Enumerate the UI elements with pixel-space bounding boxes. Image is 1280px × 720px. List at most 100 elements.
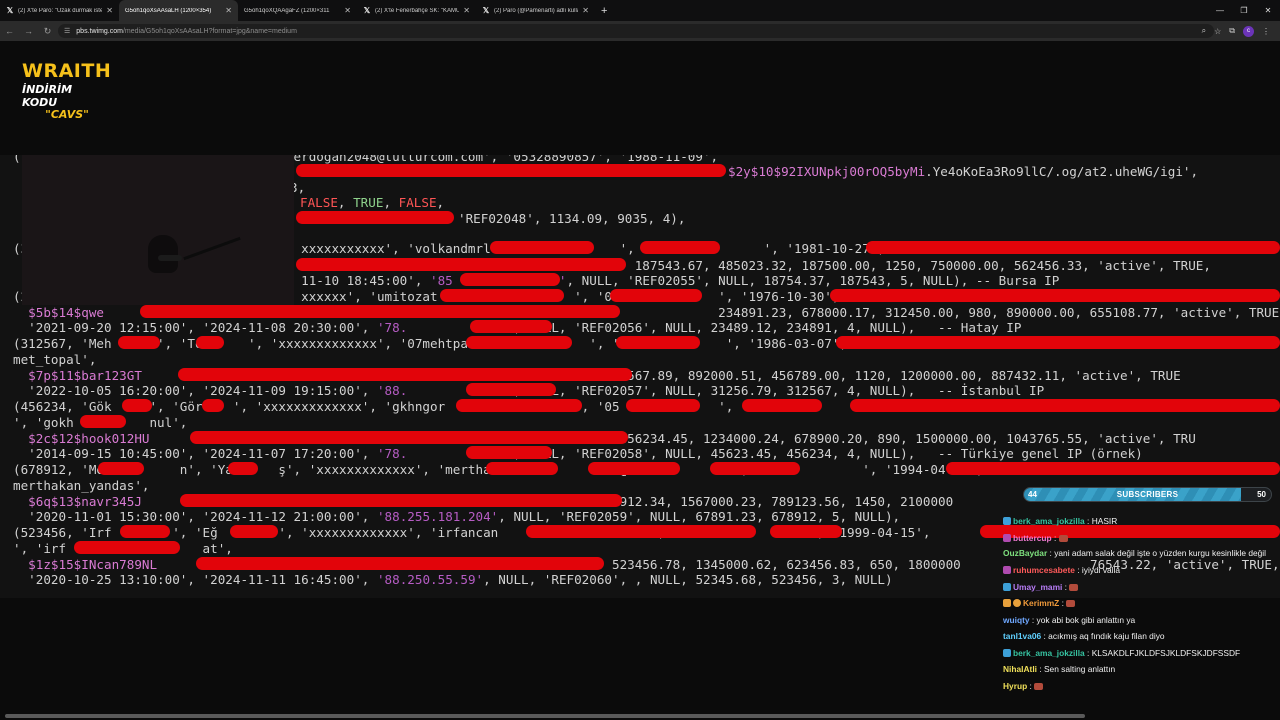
chat-text: KLSAKDLFJKLDFSJKLDFSKJDFSSDF — [1091, 647, 1241, 658]
restore-icon[interactable]: ❐ — [1232, 0, 1256, 21]
chat-badge-icon — [1003, 648, 1011, 657]
profile-avatar[interactable]: c — [1243, 25, 1254, 37]
site-info-icon[interactable]: ☰ — [64, 27, 70, 35]
redaction-mark — [180, 494, 622, 507]
code-line: met_topal', — [13, 352, 97, 367]
redaction-mark — [770, 525, 842, 538]
chat-username[interactable]: berk_ama_jokzilla — [1013, 648, 1085, 658]
extensions-icon[interactable]: ⧉ — [1229, 26, 1235, 36]
code-seg: '2014-09-15 10:45:00', '2024-11-07 17:20… — [13, 446, 377, 461]
address-bar[interactable]: ☰ pbs.twimg.com/media/G5oh1qoXsAAsaLH?fo… — [58, 24, 1214, 38]
code-line: '2020-11-01 15:30:00', '2024-11-12 21:00… — [13, 509, 900, 524]
hash-text: $1z$15$INcan789NL — [13, 557, 158, 572]
close-tab-icon[interactable]: ✕ — [344, 6, 351, 15]
redaction-mark — [830, 289, 1280, 302]
chat-username[interactable]: Hyrup — [1003, 681, 1027, 691]
chat-message: ruhumcesabete : iyiydi valla — [1003, 562, 1275, 579]
chat-username[interactable]: tanl1va06 — [1003, 631, 1041, 641]
redaction-mark — [616, 336, 700, 349]
tab-strip: 𝕏 (2) X'te Paro: "Uzak durmak iste ✕ G5o… — [0, 0, 1280, 21]
redaction-mark — [440, 289, 564, 302]
zoom-icon[interactable]: ⌕ — [1202, 26, 1206, 36]
browser-tab[interactable]: 𝕏 (2) X'te Fenerbahçe SK: "KAMU ✕ — [357, 0, 476, 21]
toolbar: ← → ↻ ☰ pbs.twimg.com/media/G5oh1qoXsAAs… — [0, 21, 1280, 41]
browser-tab[interactable]: 𝕏 (2) X'te Paro: "Uzak durmak iste ✕ — [0, 0, 119, 21]
bookmark-star-icon[interactable]: ☆ — [1214, 27, 1221, 36]
redaction-mark — [228, 462, 258, 475]
code-line: $2y$10$92IXUNpkj00rOQ5byMi.Ye4oKoEa3Ro9l… — [728, 164, 1198, 179]
streamer-silhouette — [148, 235, 178, 273]
glasses — [158, 255, 182, 261]
chat-message: KerimmZ : — [1003, 595, 1275, 612]
hash-tail: .Ye4oKoEa3Ro9llC/.og/at2.uheWG/igi', — [925, 164, 1199, 179]
close-tab-icon[interactable]: ✕ — [463, 6, 470, 15]
forward-icon[interactable]: → — [19, 26, 38, 36]
logo-title: WRAITH — [22, 60, 112, 82]
window-controls: — ❐ ✕ — [1208, 0, 1280, 21]
chat-message: berk_ama_jokzilla : HASIR — [1003, 513, 1275, 530]
close-tab-icon[interactable]: ✕ — [582, 6, 589, 15]
x-logo-icon: 𝕏 — [6, 5, 14, 15]
horizontal-scrollbar[interactable] — [0, 712, 1280, 720]
chat-emote-icon — [1034, 682, 1044, 690]
new-tab-icon[interactable]: + — [601, 5, 607, 17]
ip-text: '88.255.181.204' — [376, 509, 499, 524]
chat-username[interactable]: wuiqty — [1003, 615, 1030, 625]
code-seg: '2022-10-05 16:20:00', '2024-11-09 19:15… — [13, 383, 377, 398]
redaction-mark — [466, 446, 552, 459]
chat-username[interactable]: ruhumcesabete — [1013, 565, 1075, 575]
redaction-mark — [470, 320, 552, 333]
webcam-overlay — [22, 155, 294, 305]
redaction-mark — [456, 399, 582, 412]
hash-text: $7p$11$bar123GT — [13, 368, 142, 383]
code-seg: , NULL, 'REF02056', NULL, 23489.12, 2348… — [513, 320, 1022, 335]
chat-message: berk_ama_jokzilla : KLSAKDLFJKLDFSJKLDFS… — [1003, 645, 1275, 662]
redaction-mark — [490, 241, 594, 254]
chat-username[interactable]: NihalAtli — [1003, 664, 1037, 674]
chat-text: iyiydi valla — [1081, 565, 1121, 575]
browser-tab-active[interactable]: G5oh1qoXsAAsaLH (1200×354) ✕ — [119, 0, 238, 21]
goal-label: SUBSCRIBERS — [1116, 490, 1179, 499]
chat-emote-icon — [1069, 583, 1079, 591]
bool-true: TRUE — [353, 195, 384, 210]
close-tab-icon[interactable]: ✕ — [225, 6, 232, 15]
code-seg: '2020-11-01 15:30:00', '2024-11-12 21:00… — [13, 509, 377, 524]
chat-message: Umay_mami : — [1003, 579, 1275, 596]
code-seg: , NULL, 52345.68, 523456, 3, NULL) — [634, 572, 893, 587]
scrollbar-thumb[interactable] — [5, 714, 1085, 718]
hash-text: $2y$10$92IXUNpkj00rOQ5byMi — [728, 164, 926, 179]
close-window-icon[interactable]: ✕ — [1256, 0, 1280, 21]
reload-icon[interactable]: ↻ — [38, 26, 57, 37]
chat-username[interactable]: Umay_mami — [1013, 582, 1062, 592]
chat-username[interactable]: OuzBaydar — [1003, 548, 1047, 558]
logo-subtitle: İNDİRİM KODU — [22, 83, 73, 109]
chat-username[interactable]: buttercup — [1013, 533, 1052, 543]
code-line: 'REF02048', 1134.09, 9035, 4), — [458, 211, 686, 226]
mic-arm — [183, 236, 241, 261]
redaction-mark — [140, 305, 620, 318]
browser-tab[interactable]: 𝕏 (2) Paro (@Pamenarti) adlı kulla ✕ — [476, 0, 595, 21]
chat-badge-icon — [1003, 566, 1011, 574]
back-icon[interactable]: ← — [0, 26, 19, 36]
chat-badge-icon — [1003, 517, 1011, 525]
chat-username[interactable]: berk_ama_jokzilla — [1013, 516, 1085, 526]
tab-title: (2) Paro (@Pamenarti) adlı kulla — [494, 7, 579, 14]
code-seg: , NULL, 'REF02057', NULL, 31256.79, 3125… — [513, 383, 1045, 398]
chat-message: OuzBaydar : yani adam salak değil işte o… — [1003, 548, 1267, 558]
logo-code: "CAVS" — [45, 108, 89, 121]
redaction-mark — [836, 336, 1280, 349]
redaction-mark — [202, 399, 224, 412]
redaction-mark — [120, 525, 170, 538]
redaction-mark — [626, 399, 700, 412]
code-line: FALSE, TRUE, FALSE, — [300, 195, 445, 210]
chat-username[interactable]: KerimmZ — [1023, 598, 1059, 608]
minimize-icon[interactable]: — — [1208, 0, 1232, 21]
redaction-mark — [850, 399, 1280, 412]
redaction-mark — [640, 241, 720, 254]
redaction-mark — [178, 368, 632, 381]
close-tab-icon[interactable]: ✕ — [106, 6, 113, 15]
chat-message: tanl1va06 : acıkmış aq fındık kaju filan… — [1003, 631, 1165, 641]
browser-tab[interactable]: G5oh1qoXQAAgaFZ (1200×311 ✕ — [238, 0, 357, 21]
toolbar-actions: ⌕ ☆ ⧉ c ⋮ — [1202, 21, 1270, 41]
menu-dots-icon[interactable]: ⋮ — [1262, 27, 1270, 36]
